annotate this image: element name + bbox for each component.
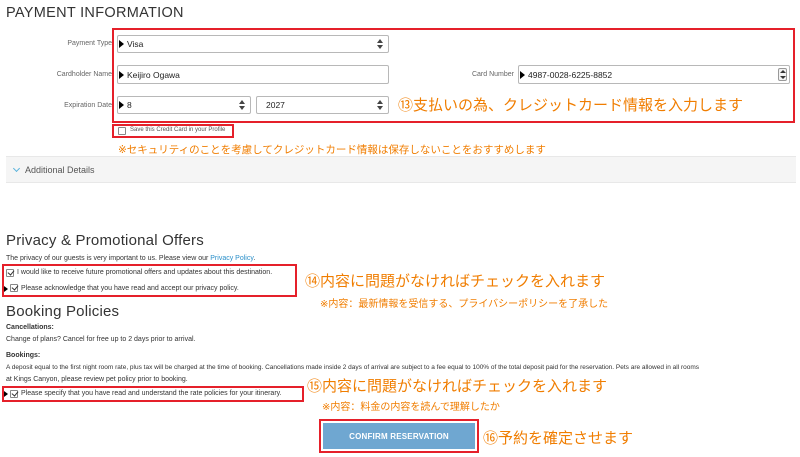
pointer-marker-icon: [119, 70, 124, 79]
cardholder-value: Keijiro Ogawa: [127, 69, 180, 80]
spinner-icon[interactable]: [778, 68, 787, 81]
rate-policy-checkbox[interactable]: [10, 390, 18, 398]
save-card-checkbox[interactable]: [118, 127, 126, 135]
annotation-14-note: ※内容：最新情報を受信する、プライバシーポリシーを了承した: [320, 299, 609, 310]
bookings-text-line1: A deposit equal to the first night room …: [6, 364, 700, 371]
exp-year-value: 2027: [266, 100, 285, 110]
privacy-intro-end: .: [253, 255, 256, 262]
pointer-marker-icon: [119, 40, 124, 48]
payment-type-value: Visa: [127, 39, 144, 49]
privacy-intro: The privacy of our guests is very import…: [6, 255, 255, 262]
privacy-policy-checkbox[interactable]: [10, 284, 18, 292]
cardholder-name-input[interactable]: Keijiro Ogawa: [117, 65, 389, 84]
cancellations-text: Change of plans? Cancel for free up to 2…: [6, 336, 196, 343]
pointer-marker-icon: [119, 101, 124, 109]
expiration-year-select[interactable]: 2027: [256, 96, 389, 114]
bookings-heading: Bookings:: [6, 352, 41, 359]
annotation-16: ⑯予約を確定させます: [483, 430, 634, 447]
privacy-section-title: Privacy & Promotional Offers: [6, 232, 204, 249]
privacy-policy-link[interactable]: Privacy Policy: [210, 255, 253, 262]
confirm-reservation-button[interactable]: CONFIRM RESERVATION: [323, 423, 475, 449]
privacy-policy-label: Please acknowledge that you have read an…: [21, 285, 239, 292]
expiration-label: Expiration Date: [64, 102, 112, 109]
cancellations-heading: Cancellations:: [6, 324, 54, 331]
exp-month-value: 8: [127, 100, 132, 110]
booking-section-title: Booking Policies: [6, 303, 120, 320]
pointer-marker-icon: [520, 70, 525, 79]
payment-section-title: PAYMENT INFORMATION: [6, 5, 184, 21]
annotation-13: ⑬支払いの為、クレジットカード情報を入力します: [398, 97, 744, 114]
cardholder-label: Cardholder Name: [56, 71, 112, 78]
pointer-marker-icon: [4, 391, 8, 397]
annotation-14: ⑭内容に問題がなければチェックを入れます: [305, 273, 606, 290]
expiration-month-select[interactable]: 8: [117, 96, 251, 114]
select-arrows-icon: [239, 100, 245, 110]
card-number-label: Card Number: [471, 71, 514, 78]
annotation-15: ⑮内容に問題がなければチェックを入れます: [307, 378, 608, 395]
pointer-marker-icon: [4, 286, 8, 292]
select-arrows-icon: [377, 39, 383, 49]
chevron-down-icon: [12, 164, 21, 173]
payment-type-select[interactable]: Visa: [117, 35, 389, 53]
card-number-input[interactable]: 4987-0028-6225-8852: [518, 65, 790, 84]
annotation-15-note: ※内容：料金の内容を読んで理解したか: [322, 402, 500, 413]
payment-type-label: Payment Type: [67, 40, 112, 47]
additional-details-bar[interactable]: Additional Details: [6, 156, 796, 183]
card-number-value: 4987-0028-6225-8852: [528, 69, 613, 80]
select-arrows-icon: [377, 100, 383, 110]
save-card-label: Save this Credit Card in your Profile: [130, 127, 226, 133]
security-note: ※セキュリティのことを考慮してクレジットカード情報は保存しないことをおすすめしま…: [118, 144, 546, 156]
bookings-text-line2: at Kings Canyon, please review pet polic…: [6, 376, 188, 383]
rate-policy-label: Please specify that you have read and un…: [21, 390, 282, 397]
additional-details-label: Additional Details: [25, 165, 95, 175]
promo-offers-checkbox[interactable]: [6, 269, 14, 277]
privacy-intro-text: The privacy of our guests is very import…: [6, 255, 211, 262]
promo-offers-label: I would like to receive future promotion…: [17, 269, 273, 276]
